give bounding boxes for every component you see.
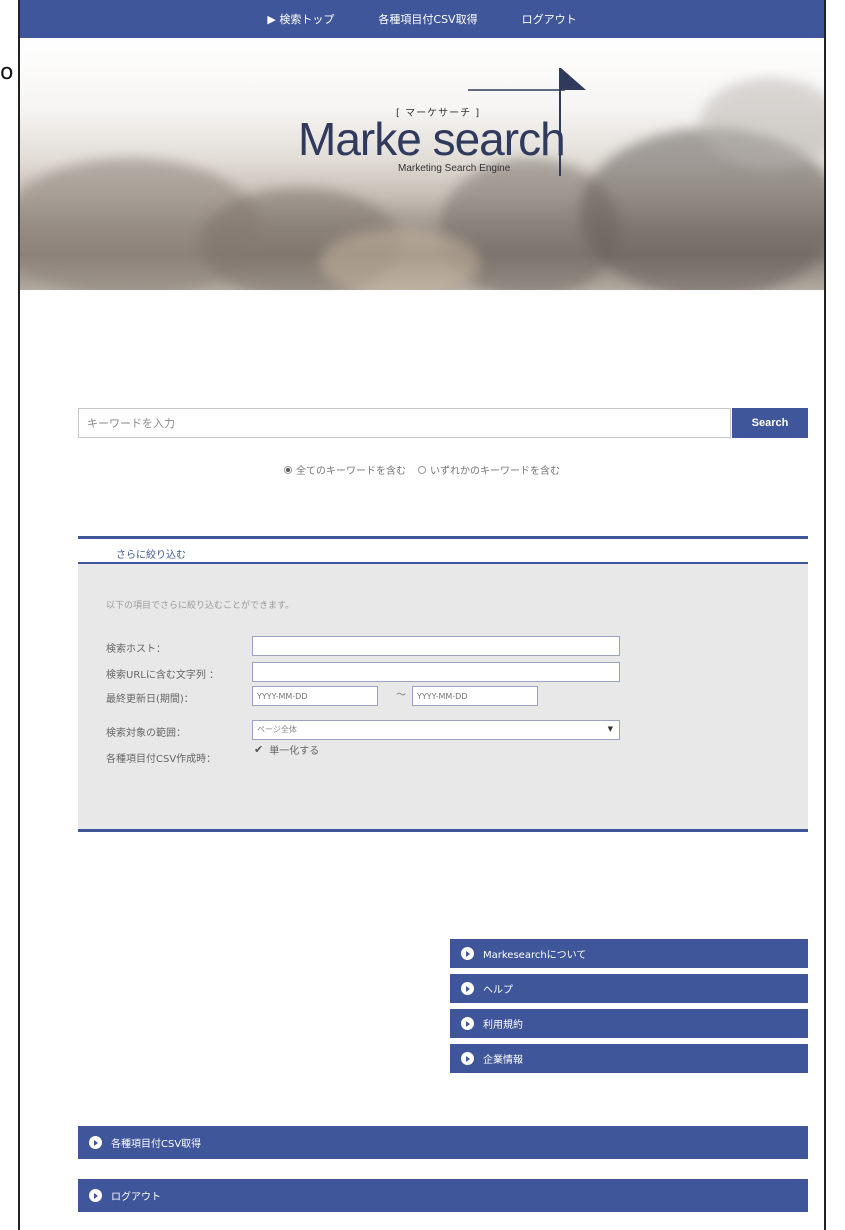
link-csv-download-label: 各種項目付CSV取得	[111, 1139, 202, 1150]
link-help[interactable]: ヘルプ	[450, 974, 808, 1003]
filter-heading: さらに絞り込む	[116, 550, 186, 561]
filter-note: 以下の項目でさらに絞り込むことができます。	[106, 601, 295, 611]
nav-search-top[interactable]: ▶ 検索トップ	[267, 11, 334, 27]
link-about-label: Markesearchについて	[483, 950, 587, 961]
radio-any-keyword-label: いずれかのキーワードを含む	[430, 466, 560, 477]
scope-select-value: ページ全体	[257, 725, 297, 734]
link-terms[interactable]: 利用規約	[450, 1009, 808, 1038]
arrow-circle-icon	[89, 1136, 102, 1149]
search-button[interactable]: Search	[732, 408, 808, 438]
radio-any-keyword[interactable]: いずれかのキーワードを含む	[418, 462, 560, 477]
scope-select[interactable]: ページ全体 ▼	[252, 720, 620, 740]
link-logout-label: ログアウト	[111, 1192, 161, 1203]
nav-csv-download[interactable]: 各種項目付CSV取得	[378, 11, 477, 27]
date-to-input[interactable]	[412, 686, 538, 706]
host-label: 検索ホスト：	[106, 644, 166, 655]
site-logo[interactable]: [ マーケサーチ ] Marke search Marketing Search…	[20, 38, 824, 290]
link-csv-download[interactable]: 各種項目付CSV取得	[78, 1126, 808, 1159]
keyword-mode-options: 全てのキーワードを含む いずれかのキーワードを含む	[20, 462, 824, 477]
csv-label: 各種項目付CSV作成時：	[106, 754, 217, 765]
filter-panel: 以下の項目でさらに絞り込むことができます。 検索ホスト： 検索URLに含む文字列…	[78, 564, 808, 832]
arrow-circle-icon	[461, 947, 474, 960]
link-company[interactable]: 企業情報	[450, 1044, 808, 1073]
browser-page: ▶ 検索トップ 各種項目付CSV取得 ログアウト [ マーケサーチ ] Mark…	[18, 0, 826, 1230]
csv-unify-label: 単一化する	[269, 746, 320, 757]
search-bar: Search	[78, 408, 808, 438]
checkmark-icon: ✔	[254, 743, 264, 756]
arrow-circle-icon	[461, 1017, 474, 1030]
link-about[interactable]: Markesearchについて	[450, 939, 808, 968]
filter-header[interactable]: さらに絞り込む	[78, 536, 808, 564]
link-help-label: ヘルプ	[483, 985, 513, 996]
nav-logout[interactable]: ログアウト	[522, 11, 577, 27]
radio-all-keywords-label: 全てのキーワードを含む	[296, 466, 406, 477]
arrow-circle-icon	[89, 1189, 102, 1202]
hero-banner: [ マーケサーチ ] Marke search Marketing Search…	[20, 38, 824, 290]
csv-unify-checkbox[interactable]: ✔ 単一化する	[254, 742, 319, 757]
date-from-input[interactable]	[252, 686, 378, 706]
link-logout[interactable]: ログアウト	[78, 1179, 808, 1212]
arrow-circle-icon	[461, 982, 474, 995]
dropdown-arrow-icon: ▼	[607, 725, 613, 733]
url-label: 検索URLに含む文字列 ：	[106, 670, 220, 681]
top-nav: ▶ 検索トップ 各種項目付CSV取得 ログアウト	[20, 0, 824, 38]
cropped-text-fragment: o	[0, 60, 14, 85]
host-input[interactable]	[252, 636, 620, 656]
radio-unselected-icon	[418, 465, 426, 474]
date-label: 最終更新日(期間)：	[106, 694, 194, 705]
logo-title: Marke search	[298, 113, 566, 165]
keyword-input[interactable]	[78, 408, 731, 438]
link-company-label: 企業情報	[483, 1055, 523, 1066]
radio-selected-icon	[284, 465, 292, 474]
date-separator: 〜	[396, 690, 406, 701]
logo-subtitle: Marketing Search Engine	[398, 163, 511, 174]
radio-all-keywords[interactable]: 全てのキーワードを含む	[284, 462, 406, 477]
link-terms-label: 利用規約	[483, 1020, 523, 1031]
arrow-circle-icon	[461, 1052, 474, 1065]
scope-label: 検索対象の範囲：	[106, 728, 186, 739]
url-input[interactable]	[252, 662, 620, 682]
